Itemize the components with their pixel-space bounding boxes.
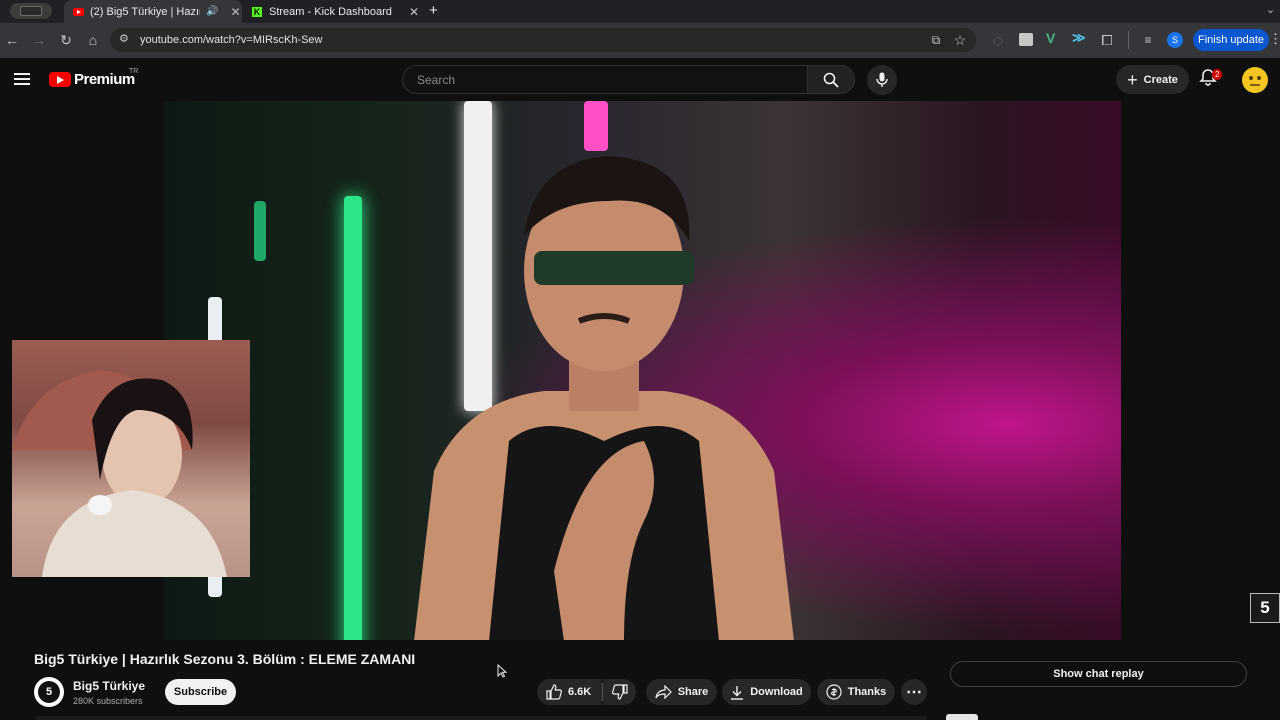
profile-avatar[interactable]: S bbox=[1167, 32, 1183, 48]
reading-list-icon[interactable]: ≡ bbox=[1138, 30, 1158, 50]
pinned-tab[interactable] bbox=[10, 3, 52, 19]
vue-extension-icon[interactable]: V bbox=[1046, 30, 1055, 46]
pinned-tab-icon bbox=[20, 6, 42, 16]
recommendation-chip[interactable] bbox=[946, 714, 978, 720]
video-frame-light bbox=[254, 201, 266, 261]
webcam-frame bbox=[12, 370, 227, 577]
tab-youtube[interactable]: (2) Big5 Türkiye | Hazırlık 🔊 ✕ bbox=[64, 0, 242, 23]
download-label: Download bbox=[750, 686, 803, 698]
browser-menu-icon[interactable]: ⋮ bbox=[1269, 31, 1280, 47]
create-label: Create bbox=[1143, 73, 1178, 86]
super-thanks-icon bbox=[826, 684, 842, 700]
more-actions-icon[interactable]: ⋯ bbox=[901, 679, 927, 705]
description-box-edge bbox=[36, 716, 926, 720]
channel-watermark-logo[interactable]: 5 bbox=[1250, 593, 1280, 623]
share-button[interactable]: Share bbox=[646, 679, 717, 705]
like-button[interactable]: 6.6K bbox=[537, 679, 602, 705]
thanks-label: Thanks bbox=[847, 686, 887, 698]
share-icon bbox=[655, 685, 672, 699]
webcam-overlay bbox=[12, 340, 250, 577]
thumbs-down-icon bbox=[611, 684, 628, 700]
subscriber-count: 280K subscribers bbox=[73, 696, 143, 706]
thumbs-up-icon bbox=[546, 684, 562, 700]
home-icon[interactable]: ⌂ bbox=[83, 30, 103, 50]
reload-icon[interactable]: ↻ bbox=[56, 30, 76, 50]
extensions-puzzle-icon[interactable]: ⧠ bbox=[1097, 30, 1117, 50]
bookmark-star-icon[interactable]: ☆ bbox=[950, 30, 970, 50]
tab-search-icon[interactable]: ⌄ bbox=[1266, 3, 1275, 16]
new-tab-button[interactable]: + bbox=[429, 2, 438, 19]
voice-search-button[interactable] bbox=[867, 65, 897, 95]
address-bar[interactable]: ⚙ youtube.com/watch?v=MIRscKh-Sew bbox=[110, 28, 976, 52]
close-tab-icon[interactable]: ✕ bbox=[409, 5, 419, 19]
tab-youtube-title: (2) Big5 Türkiye | Hazırlık bbox=[90, 5, 200, 18]
search-box bbox=[402, 65, 808, 94]
toolbar-divider bbox=[1128, 31, 1129, 49]
youtube-premium-logo[interactable]: Premium TR bbox=[49, 68, 139, 88]
country-code: TR bbox=[129, 68, 139, 75]
url-text: youtube.com/watch?v=MIRscKh-Sew bbox=[140, 34, 323, 46]
tab-kick-title: Stream - Kick Dashboard bbox=[269, 5, 392, 18]
download-icon bbox=[731, 685, 744, 700]
like-count: 6.6K bbox=[568, 686, 592, 698]
back-arrow-icon[interactable]: ← bbox=[2, 30, 22, 50]
forward-arrow-icon[interactable]: → bbox=[29, 30, 49, 50]
mouse-cursor-icon bbox=[497, 663, 508, 683]
extension-icon[interactable]: ≫ bbox=[1072, 30, 1086, 46]
video-frame-person bbox=[414, 156, 794, 640]
finish-update-button[interactable]: Finish update bbox=[1193, 29, 1269, 51]
site-info-icon[interactable]: ⚙ bbox=[119, 32, 129, 45]
share-label: Share bbox=[677, 686, 709, 698]
dislike-button[interactable] bbox=[603, 679, 636, 705]
microphone-icon bbox=[876, 72, 888, 87]
search-input[interactable] bbox=[415, 72, 789, 88]
account-avatar[interactable] bbox=[1242, 67, 1268, 93]
speaker-icon[interactable]: 🔊 bbox=[206, 6, 218, 17]
create-button[interactable]: + Create bbox=[1116, 65, 1189, 94]
video-title: Big5 Türkiye | Hazırlık Sezonu 3. Bölüm … bbox=[34, 651, 416, 667]
hamburger-menu-icon[interactable] bbox=[14, 72, 30, 91]
tab-kick[interactable]: K Stream - Kick Dashboard ✕ bbox=[246, 0, 422, 23]
thanks-button[interactable]: Thanks bbox=[817, 679, 895, 705]
close-tab-icon[interactable]: ✕ bbox=[230, 5, 240, 19]
channel-avatar[interactable]: 5 bbox=[34, 677, 64, 707]
channel-name[interactable]: Big5 Türkiye bbox=[73, 679, 145, 693]
video-frame-light bbox=[344, 196, 362, 640]
video-player[interactable] bbox=[164, 101, 1121, 640]
search-icon bbox=[823, 72, 839, 88]
download-button[interactable]: Download bbox=[722, 679, 811, 705]
channel-avatar-badge: 5 bbox=[38, 681, 60, 703]
install-app-icon[interactable]: ⧉ bbox=[926, 30, 946, 50]
youtube-play-icon bbox=[49, 72, 71, 87]
kick-favicon-icon: K bbox=[252, 6, 262, 17]
plus-icon: + bbox=[1127, 69, 1138, 90]
translate-extension-icon[interactable] bbox=[1019, 33, 1033, 46]
extension-dimmed-icon[interactable]: ◇ bbox=[988, 30, 1008, 50]
search-button[interactable] bbox=[808, 65, 855, 94]
logo-text: Premium bbox=[74, 71, 135, 88]
youtube-favicon-icon bbox=[73, 7, 84, 16]
show-chat-replay-button[interactable]: Show chat replay bbox=[950, 661, 1247, 687]
subscribe-button[interactable]: Subscribe bbox=[165, 679, 236, 705]
